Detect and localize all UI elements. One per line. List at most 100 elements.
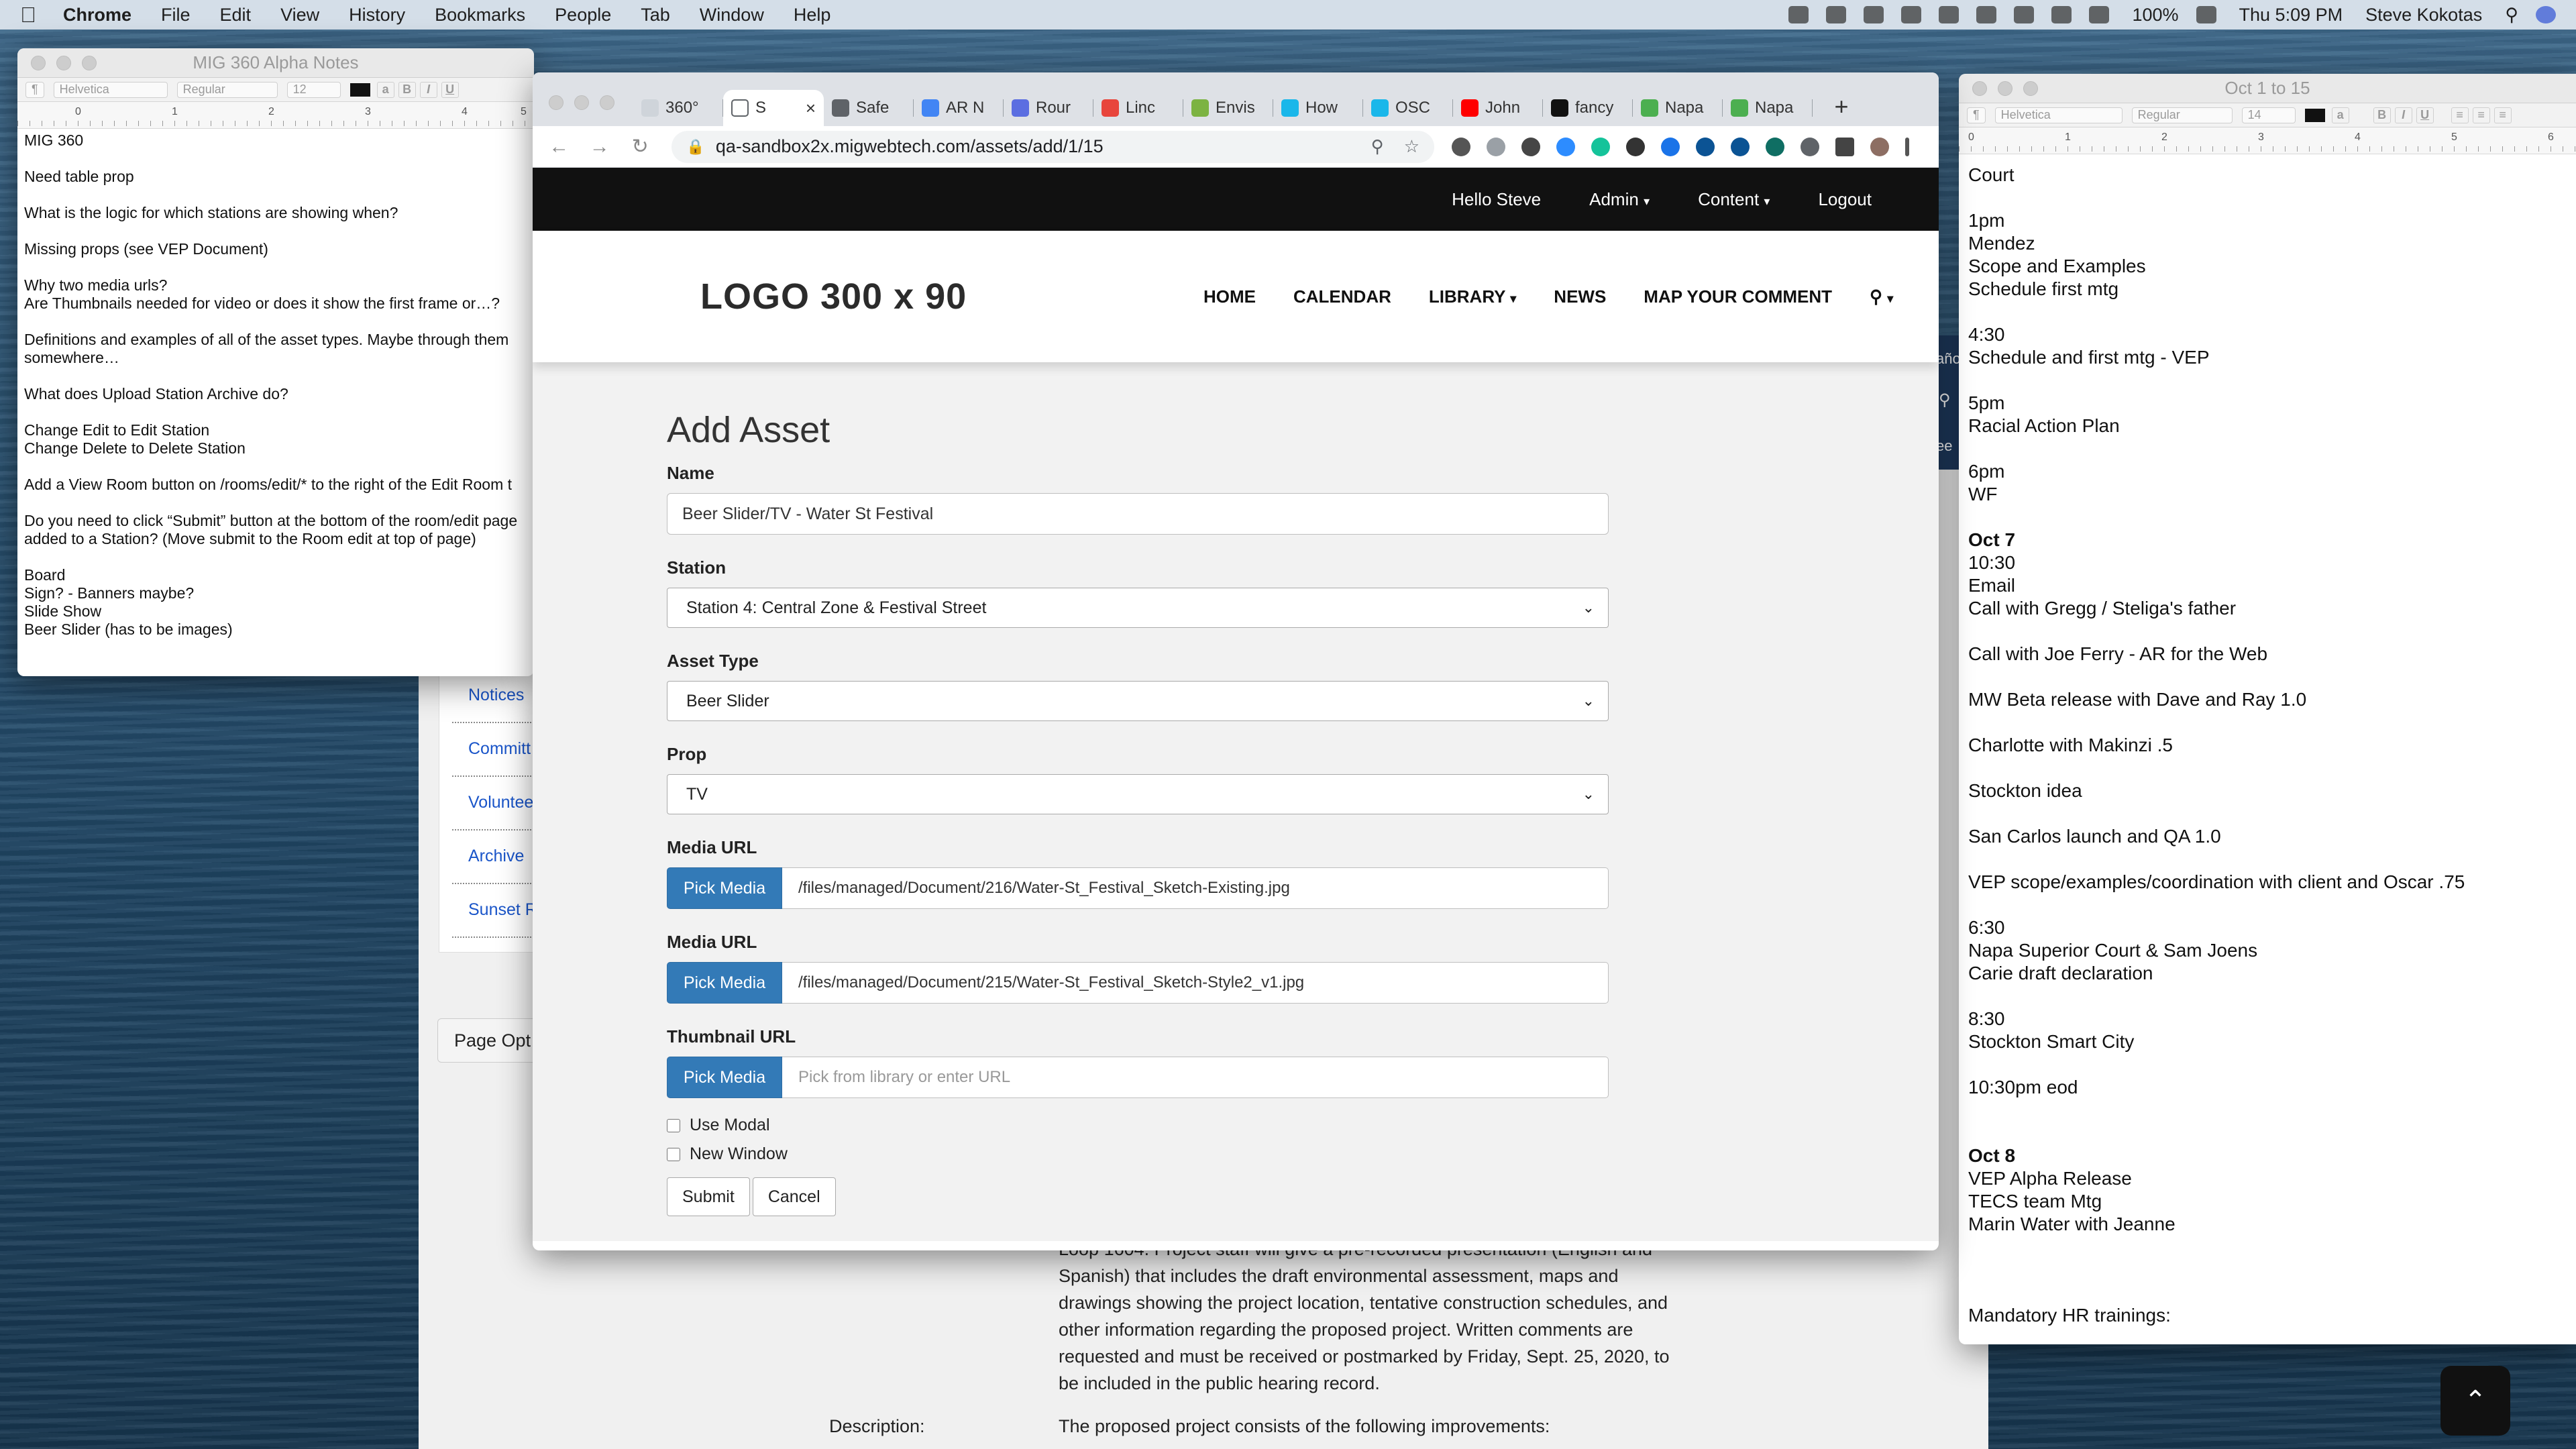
menu-tab[interactable]: Tab [641,5,670,25]
admin-menu[interactable]: Admin ▾ [1589,189,1650,210]
more-menu-icon[interactable] [1905,137,1909,156]
wifi-icon[interactable] [2089,6,2110,23]
use-modal-checkbox[interactable] [667,1118,680,1132]
browser-tab[interactable]: Rour [1004,90,1093,126]
minimize-window-button[interactable] [56,55,71,70]
prop-select[interactable]: TV ⌄ [667,774,1609,814]
new-window-checkbox[interactable] [667,1147,680,1161]
reload-icon[interactable]: ↻ [627,135,653,158]
underline-button[interactable]: U [2416,107,2434,123]
sidebar-link-committees[interactable]: Committ [468,739,531,759]
menu-edit[interactable]: Edit [220,5,252,25]
extension-icon[interactable] [1487,137,1505,156]
menu-bookmarks[interactable]: Bookmarks [435,5,525,25]
station-select[interactable]: Station 4: Central Zone & Festival Stree… [667,588,1609,628]
address-bar[interactable]: 🔒 qa-sandbox2x.migwebtech.com/assets/add… [672,130,1434,163]
nav-library[interactable]: LIBRARY ▾ [1429,286,1516,307]
submit-button[interactable]: Submit [667,1177,750,1216]
zoom-window-button[interactable] [82,55,97,70]
browser-tab[interactable]: Envis [1183,90,1273,126]
highlight-icon[interactable]: a [376,81,394,98]
minimize-window-button[interactable] [574,95,589,110]
browser-tab[interactable]: Napa [1723,90,1813,126]
browser-tab[interactable]: Linc [1093,90,1183,126]
paragraph-style-select[interactable]: ¶ [1967,107,1986,123]
menu-clock[interactable]: Thu 5:09 PM [2239,5,2343,25]
ruler[interactable]: 0 1 2 3 4 5 6 [1959,127,2576,154]
menu-history[interactable]: History [349,5,405,25]
zoom-extension-icon[interactable] [1556,137,1575,156]
logout-link[interactable]: Logout [1818,189,1872,210]
profile-avatar[interactable] [1870,137,1889,156]
cloud-upload-icon[interactable] [1864,6,1884,23]
battery-icon[interactable] [2196,6,2216,23]
cancel-button[interactable]: Cancel [752,1177,836,1216]
extension-icon[interactable] [1661,137,1680,156]
notes-text-area[interactable]: MIG 360 Need table prop What is the logic … [17,129,534,639]
pick-media-button-1[interactable]: Pick Media [667,867,782,909]
menu-app-name[interactable]: Chrome [63,5,131,25]
thumbnail-url-input[interactable]: Pick from library or enter URL [782,1057,1609,1098]
shield-icon[interactable] [1939,6,1960,23]
bold-button[interactable]: B [398,81,416,98]
notes-window-titlebar[interactable]: MIG 360 Alpha Notes [17,48,534,78]
extension-icon[interactable] [1626,137,1645,156]
underline-button[interactable]: U [441,81,459,98]
italic-button[interactable]: I [2394,107,2412,123]
font-size-select[interactable]: 14 [2241,107,2296,123]
spotlight-icon[interactable]: ⚲ [2505,5,2518,25]
wordpress-icon[interactable] [1521,137,1540,156]
name-input[interactable]: Beer Slider/TV - Water St Festival [667,493,1609,535]
lock-icon[interactable]: 🔒 [686,138,704,156]
extension-icon[interactable] [1452,137,1470,156]
bluetooth-icon[interactable] [2051,6,2072,23]
close-window-button[interactable] [31,55,46,70]
browser-tab[interactable]: 360° [633,90,723,126]
zoom-window-button[interactable] [2023,80,2038,96]
zoom-window-button[interactable] [600,95,614,110]
use-modal-checkbox-row[interactable]: Use Modal [667,1116,1939,1135]
browser-tab[interactable]: fancy [1543,90,1633,126]
menu-people[interactable]: People [555,5,611,25]
back-icon[interactable]: ← [546,136,572,158]
browser-tab[interactable]: OSC [1363,90,1453,126]
font-size-select[interactable]: 12 [286,81,341,98]
browser-tab[interactable]: John [1453,90,1543,126]
sidebar-link-notices[interactable]: Notices [468,686,524,705]
italic-button[interactable]: I [419,81,437,98]
sidebar-link-archive[interactable]: Archive [468,847,524,866]
evernote-icon[interactable] [1976,6,1997,23]
zoom-icon[interactable] [1788,6,1809,23]
browser-tab[interactable]: How [1273,90,1363,126]
notes2-window-titlebar[interactable]: Oct 1 to 15 [1959,74,2576,103]
nav-calendar[interactable]: CALENDAR [1293,286,1391,307]
zoom-lens-icon[interactable]: ⚲ [1371,136,1384,157]
asset-type-select[interactable]: Beer Slider ⌄ [667,681,1609,721]
creative-cloud-icon[interactable] [1901,6,1922,23]
new-tab-button[interactable]: + [1825,90,1858,123]
tab-active[interactable]: S × [723,90,824,126]
content-menu[interactable]: Content ▾ [1698,189,1770,210]
bookmark-star-icon[interactable]: ☆ [1404,136,1419,157]
close-tab-icon[interactable]: × [806,98,816,119]
notes2-text-area[interactable]: Court 1pm Mendez Scope and Examples Schedule… [1959,154,2576,1327]
font-style-select[interactable]: Regular [176,81,278,98]
heart-icon[interactable] [1731,137,1750,156]
pick-media-button-3[interactable]: Pick Media [667,1057,782,1098]
greeting-link[interactable]: Hello Steve [1452,189,1541,210]
airplay-icon[interactable] [2014,6,2035,23]
search-icon[interactable]: ⚲ [1939,390,1951,410]
font-style-select[interactable]: Regular [2131,107,2233,123]
new-window-checkbox-row[interactable]: New Window [667,1144,1939,1164]
pick-media-button-2[interactable]: Pick Media [667,962,782,1004]
align-right-icon[interactable]: ≡ [2493,107,2512,123]
menu-window[interactable]: Window [700,5,764,25]
browser-tab[interactable]: Napa [1633,90,1723,126]
site-logo[interactable]: LOGO 300 x 90 [700,276,1103,317]
extension-icon[interactable] [1696,137,1715,156]
highlight-icon[interactable]: a [2331,107,2349,123]
text-color-swatch[interactable] [2304,108,2325,122]
extension-icon[interactable] [1801,137,1819,156]
media-url-1-input[interactable]: /files/managed/Document/216/Water-St_Fes… [782,867,1609,909]
align-center-icon[interactable]: ≡ [2472,107,2490,123]
